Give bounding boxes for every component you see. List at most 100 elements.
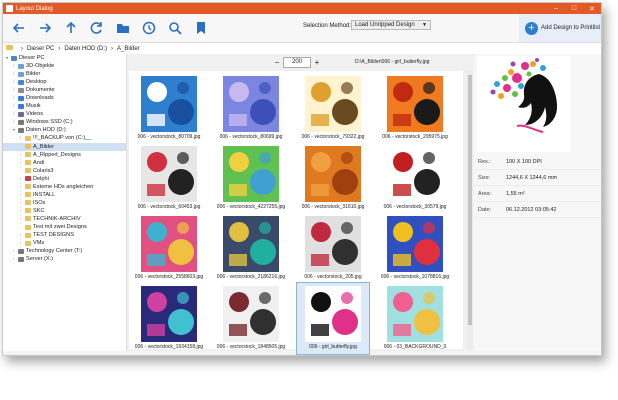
thumbnail-item[interactable]: 006 - vectorstock_295975.jpg <box>379 73 451 144</box>
tree-item[interactable]: ▾ Dieser PC <box>3 54 126 62</box>
tree-item[interactable]: › Server (X:) <box>3 255 126 263</box>
thumbnail-item[interactable]: 006 - girl_butterfly.jpg <box>296 282 370 355</box>
thumbnail-caption: 006 - vectorstock_60453.jpg <box>137 204 201 210</box>
tree-item[interactable]: › A_Ripped_Designs <box>3 151 126 159</box>
tree-item-label: !!!_BACKUP von (C:)__ <box>33 135 92 142</box>
scrollbar-thumb[interactable] <box>468 75 472 325</box>
tree-item[interactable]: › Musik <box>3 102 126 110</box>
tree-item[interactable]: A_Bilder <box>3 142 126 151</box>
thumbnail-item[interactable]: 006 - vectorstock_60453.jpg <box>133 143 205 214</box>
tree-item-label: Downloads <box>26 95 54 102</box>
tree-item[interactable]: › Andi <box>3 159 126 167</box>
thumbnail-caption: 006 - vectorstock_205.jpg <box>304 274 362 280</box>
tree-item[interactable]: › INSTALL <box>3 191 126 199</box>
thumbnail-image <box>305 76 361 132</box>
toolbar: Selection Method: Load Unripped Design ▼… <box>3 14 601 43</box>
tree-item[interactable]: Test mit zwei Designs <box>3 223 126 231</box>
chevron-down-icon: ▼ <box>422 22 427 28</box>
folder-icon <box>18 87 24 93</box>
thumbnail-caption: 006 - vectorstock_1934158.jpg <box>134 344 204 350</box>
breadcrumb-item[interactable]: Dieser PC <box>27 46 54 52</box>
tree-item[interactable]: › Technology Center (T:) <box>3 247 126 255</box>
tree-item[interactable]: ▾ Daten HOD (D:) <box>3 126 126 134</box>
tree-item-label: Dokumente <box>26 87 55 94</box>
maximize-icon[interactable]: □ <box>565 3 583 14</box>
size-label: Size: <box>478 174 491 181</box>
thumbnail-image <box>387 146 443 202</box>
thumbnail-image <box>223 146 279 202</box>
clock-icon[interactable] <box>139 18 159 38</box>
tree-item[interactable]: › SKC <box>3 207 126 215</box>
tree-item[interactable]: › 3D-Objekte <box>3 62 126 70</box>
thumbnail-caption: 006 - 03_BACKGROUND_0 <box>383 344 447 350</box>
forward-arrow-icon[interactable] <box>35 18 55 38</box>
thumbnail-image <box>305 216 361 272</box>
selection-method-value: Load Unripped Design <box>355 22 415 28</box>
thumbnail-item[interactable]: 006 - vectorstock_2186216.jpg <box>215 213 287 284</box>
minimize-icon[interactable]: – <box>547 3 565 14</box>
thumbnail-item[interactable]: 006 - vectorstock_4227255.jpg <box>215 143 287 214</box>
tree-item-label: Bilder <box>26 71 41 78</box>
tree-item[interactable]: › TEST DESIGNS <box>3 231 126 239</box>
zoom-in-button[interactable]: + <box>313 57 321 67</box>
breadcrumb-item[interactable]: Daten HOD (D:) <box>64 46 107 52</box>
tree-item[interactable]: › !!!_BACKUP von (C:)__ <box>3 134 126 142</box>
folder-icon <box>6 45 17 51</box>
folder-icon <box>25 200 31 206</box>
tree-item-label: Daten HOD (D:) <box>26 127 66 134</box>
thumbnail-image <box>305 146 361 202</box>
tree-item-label: Musik <box>26 103 41 110</box>
tree-item[interactable]: Colaris3 <box>3 167 126 175</box>
thumbnail-item[interactable]: 006 - 03_BACKGROUND_0 <box>379 283 451 354</box>
thumbnail-item[interactable]: 006 - vectorstock_1934158.jpg <box>133 283 205 354</box>
thumbnail-caption: 006 - vectorstock_31610.jpg <box>301 204 365 210</box>
res-value: 100 X 100 DPI <box>506 158 542 165</box>
area-row: Area: 1,55 m² <box>474 186 601 202</box>
tree-item[interactable]: › Externe HDs angleichen <box>3 183 126 191</box>
tree-item-label: Andi <box>33 159 45 166</box>
up-arrow-icon[interactable] <box>61 18 81 38</box>
bookmark-icon[interactable] <box>191 18 211 38</box>
thumbnail-item[interactable]: 006 - vectorstock_79322.jpg <box>297 73 369 144</box>
refresh-icon[interactable] <box>87 18 107 38</box>
tree-item-label: VMs <box>33 240 45 247</box>
selection-method-dropdown[interactable]: Load Unripped Design ▼ <box>351 20 431 30</box>
thumbnail-image <box>141 216 197 272</box>
thumbnail-pane: − 200 + D:\A_Bilder\006 - girl_butterfly… <box>127 54 473 355</box>
tree-item[interactable]: › Dokumente <box>3 86 126 94</box>
tree-item-label: 3D-Objekte <box>26 63 55 70</box>
back-arrow-icon[interactable] <box>9 18 29 38</box>
tree-item[interactable]: › VMs <box>3 239 126 247</box>
thumbnail-item[interactable]: 006 - vectorstock_205.jpg <box>297 213 369 284</box>
tree-item[interactable]: › Videos <box>3 110 126 118</box>
tree-item-label: A_Ripped_Designs <box>33 151 81 158</box>
tree-item[interactable]: › Downloads <box>3 94 126 102</box>
thumbnail-item[interactable]: 006 - vectorstock_80709.jpg <box>133 73 205 144</box>
tree-item[interactable]: › Windows SSD (C:) <box>3 118 126 126</box>
add-design-button[interactable]: + Add Design to Printlist <box>519 14 601 42</box>
tree-item[interactable]: › TECHNIK-ARCHIV <box>3 215 126 223</box>
chevron-right-icon: › <box>58 45 61 52</box>
thumbnail-item[interactable]: 006 - vectorstock_2558603.jpg <box>133 213 205 284</box>
breadcrumb-item[interactable]: A_Bilder <box>117 46 140 52</box>
tree-item-label: Externe HDs angleichen <box>33 183 94 190</box>
zoom-out-button[interactable]: − <box>273 57 281 67</box>
layout-dialog-window: Layout Dialog – □ ✕ Selection Method: Lo… <box>2 2 602 356</box>
tree-item[interactable]: › Bilder <box>3 70 126 78</box>
folder-icon <box>25 160 31 166</box>
tree-item[interactable]: › Desktop <box>3 78 126 86</box>
thumbnail-item[interactable]: 006 - vectorstock_30579.jpg <box>379 143 451 214</box>
tree-item[interactable]: › Delphi <box>3 175 126 183</box>
vertical-scrollbar[interactable] <box>467 71 473 349</box>
zoom-value-field[interactable]: 200 <box>283 56 311 68</box>
thumbnail-item[interactable]: 006 - vectorstock_80699.jpg <box>215 73 287 144</box>
resolution-row: Res.: 100 X 100 DPI <box>474 154 601 170</box>
tree-item[interactable]: › ISOs <box>3 199 126 207</box>
folder-icon[interactable] <box>113 18 133 38</box>
zoom-icon[interactable] <box>165 18 185 38</box>
thumbnail-item[interactable]: 006 - vectorstock_31610.jpg <box>297 143 369 214</box>
thumbnail-item[interactable]: 006 - vectorstock_1078816.jpg <box>379 213 451 284</box>
thumbnail-item[interactable]: 006 - vectorstock_1848505.jpg <box>215 283 287 354</box>
area-value: 1,55 m² <box>506 190 525 197</box>
close-icon[interactable]: ✕ <box>583 3 601 14</box>
